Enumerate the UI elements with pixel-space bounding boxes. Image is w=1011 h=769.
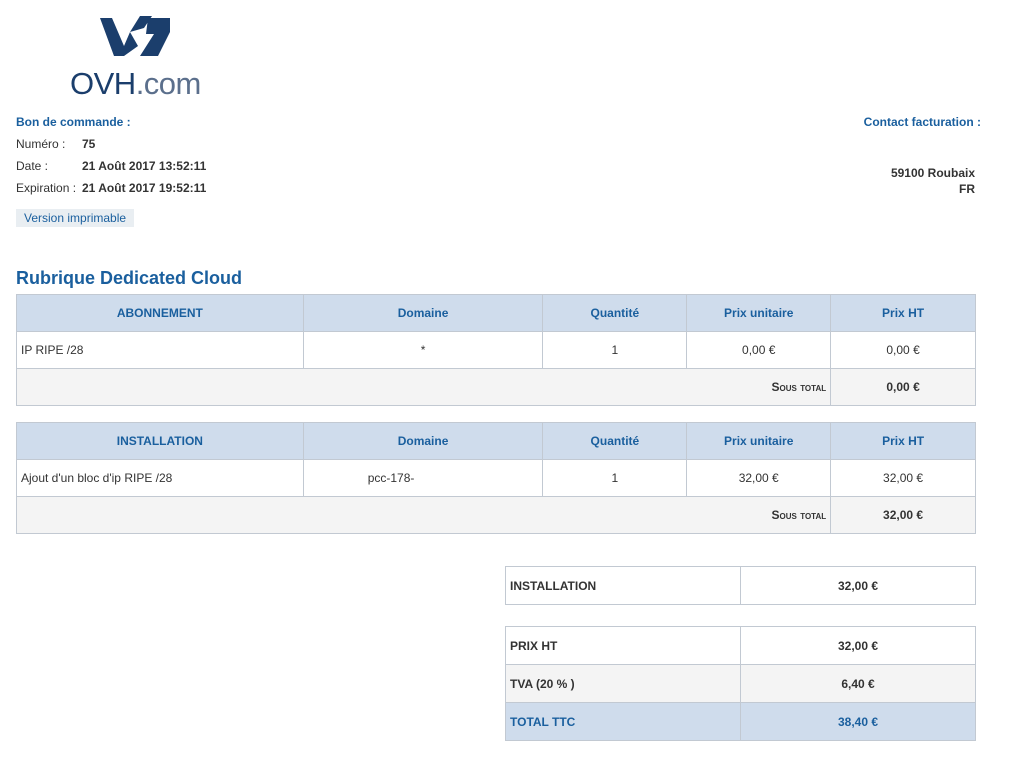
prix-ht-value: 32,00 € (740, 626, 976, 665)
table-row: IP RIPE /28 * 1 0,00 € 0,00 € (16, 331, 976, 369)
subtotal-label: Sous total (15, 368, 832, 406)
billing-heading: Contact facturation : (863, 115, 981, 129)
ovh-logo-icon (100, 16, 170, 56)
cell-price-ht: 32,00 € (830, 459, 976, 497)
installation-total-label: INSTALLATION (505, 566, 741, 605)
billing-country: FR (959, 182, 975, 196)
cell-unit-price: 32,00 € (686, 459, 832, 497)
ovh-logo: OVH.com (70, 14, 205, 101)
subscription-table: ABONNEMENT Domaine Quantité Prix unitair… (15, 294, 976, 406)
summary-row: TOTAL TTC 38,40 € (505, 702, 976, 741)
cell-domain: pcc-178- (302, 459, 544, 497)
totals-table: PRIX HT 32,00 € TVA (20 % ) 6,40 € TOTAL… (505, 626, 976, 741)
table-row: Ajout d'un bloc d'ip RIPE /28 pcc-178- 1… (16, 459, 976, 497)
order-expiration-value: 21 Août 2017 19:52:11 (82, 181, 207, 195)
summary-row: PRIX HT 32,00 € (505, 626, 976, 665)
section-title: Rubrique Dedicated Cloud (16, 268, 243, 288)
total-ttc-label: TOTAL TTC (505, 702, 741, 741)
cell-domain: * (302, 331, 544, 369)
order-number-value: 75 (82, 137, 96, 151)
col-header: Prix unitaire (686, 422, 832, 460)
tva-value: 6,40 € (740, 664, 976, 703)
order-heading: Bon de commande : (16, 115, 131, 129)
table-header-row: INSTALLATION Domaine Quantité Prix unita… (16, 422, 976, 460)
cell-quantity: 1 (542, 459, 688, 497)
order-date-value: 21 Août 2017 13:52:11 (82, 159, 207, 173)
logo-wordmark: OVH.com (70, 66, 201, 101)
subtotal-value: 32,00 € (830, 496, 976, 534)
summary-row: INSTALLATION 32,00 € (505, 566, 976, 605)
order-expiration-label: Expiration : (16, 181, 77, 195)
installation-total-value: 32,00 € (740, 566, 976, 605)
billing-contact: Contact facturation : 59100 Roubaix FR (858, 115, 981, 196)
summary-row: TVA (20 % ) 6,40 € (505, 664, 976, 703)
subtotal-value: 0,00 € (830, 368, 976, 406)
cell-price-ht: 0,00 € (830, 331, 976, 369)
order-number-label: Numéro : (16, 137, 66, 151)
col-header: Prix HT (830, 422, 976, 460)
table-header-row: ABONNEMENT Domaine Quantité Prix unitair… (16, 294, 976, 332)
order-date-row: Date : 21 Août 2017 13:52:11 (16, 159, 206, 173)
order-date-label: Date : (16, 159, 49, 173)
printable-version-button[interactable]: Version imprimable (16, 209, 135, 227)
subtotal-label: Sous total (15, 496, 832, 534)
col-header: INSTALLATION (16, 422, 304, 460)
order-number-row: Numéro : 75 (16, 137, 95, 151)
subtotal-row: Sous total 32,00 € (15, 496, 976, 534)
total-ttc-value: 38,40 € (740, 702, 976, 741)
tva-label: TVA (20 % ) (505, 664, 741, 703)
cell-unit-price: 0,00 € (686, 331, 832, 369)
col-header: Prix unitaire (686, 294, 832, 332)
prix-ht-label: PRIX HT (505, 626, 741, 665)
cell-quantity: 1 (542, 331, 688, 369)
col-header: Domaine (302, 422, 544, 460)
installation-table: INSTALLATION Domaine Quantité Prix unita… (15, 422, 976, 534)
subtotal-row: Sous total 0,00 € (15, 368, 976, 406)
col-header: Prix HT (830, 294, 976, 332)
cell-product: IP RIPE /28 (16, 331, 304, 369)
billing-city: 59100 Roubaix (890, 166, 975, 180)
col-header: ABONNEMENT (16, 294, 304, 332)
installation-summary-table: INSTALLATION 32,00 € (505, 566, 976, 605)
col-header: Quantité (542, 294, 688, 332)
billing-address: 59100 Roubaix FR (891, 165, 975, 197)
col-header: Quantité (542, 422, 688, 460)
cell-product: Ajout d'un bloc d'ip RIPE /28 (16, 459, 304, 497)
col-header: Domaine (302, 294, 544, 332)
order-expiration-row: Expiration : 21 Août 2017 19:52:11 (16, 181, 206, 195)
